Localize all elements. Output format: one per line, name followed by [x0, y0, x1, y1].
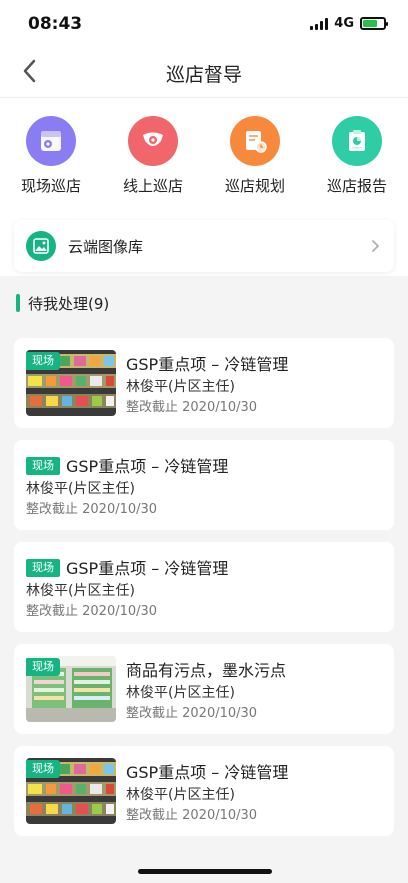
- task-deadline: 整改截止 2020/10/30: [26, 604, 158, 619]
- task-person: 林俊平(片区主任): [26, 582, 135, 599]
- task-title-row: 现场 GSP重点项 – 冷链管理: [26, 453, 382, 477]
- quick-item-inspection-plan[interactable]: 巡店规划: [211, 116, 299, 220]
- task-deadline: 整改截止 2020/10/30: [126, 400, 258, 415]
- task-card[interactable]: 现场 GSP重点项 – 冷链管理 林俊平(片区主任) 整改截止 2020/10/…: [14, 746, 394, 836]
- section-title: 待我处理(9): [28, 294, 110, 313]
- task-tag: 现场: [26, 352, 60, 370]
- task-title: GSP重点项 – 冷链管理: [126, 355, 289, 374]
- quick-item-label: 巡店规划: [224, 177, 285, 195]
- section-accent-bar: [16, 294, 20, 312]
- task-tag: 现场: [26, 558, 60, 577]
- task-deadline: 整改截止 2020/10/30: [126, 706, 258, 721]
- task-title: GSP重点项 – 冷链管理: [126, 763, 289, 782]
- task-tag: 现场: [26, 760, 60, 778]
- plan-clock-icon: [230, 116, 280, 166]
- cloud-image-library-entry[interactable]: 云端图像库: [14, 220, 394, 272]
- task-body: 现场 GSP重点项 – 冷链管理 林俊平(片区主任) 整改截止 2020/10/3…: [26, 452, 382, 518]
- task-card[interactable]: 现场 GSP重点项 – 冷链管理 林俊平(片区主任) 整改截止 2020/10/3…: [14, 440, 394, 530]
- task-body: GSP重点项 – 冷链管理 林俊平(片区主任) 整改截止 2020/10/30: [126, 758, 382, 824]
- chevron-right-icon: [372, 240, 380, 252]
- task-title: GSP重点项 – 冷链管理: [66, 457, 229, 476]
- task-body: 现场 GSP重点项 – 冷链管理 林俊平(片区主任) 整改截止 2020/10/3…: [26, 554, 382, 620]
- home-indicator[interactable]: [138, 869, 272, 874]
- section-header: 待我处理(9): [0, 276, 408, 330]
- page-title: 巡店督导: [165, 64, 242, 86]
- quick-item-inspection-report[interactable]: 巡店报告: [313, 116, 401, 220]
- status-time: 08:43: [28, 14, 83, 34]
- task-person: 林俊平(片区主任): [26, 480, 135, 497]
- task-list: 现场 GSP重点项 – 冷链管理 林俊平(片区主任) 整改截止 2020/10/…: [0, 330, 408, 836]
- task-person: 林俊平(片区主任): [126, 684, 235, 701]
- task-thumbnail: 现场: [26, 656, 116, 722]
- quick-item-label: 巡店报告: [326, 177, 387, 195]
- image-library-icon: [26, 231, 56, 261]
- task-card[interactable]: 现场 GSP重点项 – 冷链管理 林俊平(片区主任) 整改截止 2020/10/3…: [14, 542, 394, 632]
- cloud-label: 云端图像库: [68, 237, 144, 256]
- report-icon: [332, 116, 382, 166]
- nav-bar: 巡店督导: [0, 46, 408, 98]
- task-deadline: 整改截止 2020/10/30: [126, 808, 258, 823]
- task-card[interactable]: 现场 GSP重点项 – 冷链管理 林俊平(片区主任) 整改截止 2020/10/…: [14, 338, 394, 428]
- task-thumbnail: 现场: [26, 350, 116, 416]
- signal-icon: [310, 17, 329, 30]
- store-inspection-icon: [26, 116, 76, 166]
- task-thumbnail: 现场: [26, 758, 116, 824]
- quick-item-onsite-inspection[interactable]: 现场巡店: [7, 116, 95, 220]
- quick-menu: 现场巡店 线上巡店 巡店规划 巡店报告: [0, 98, 408, 220]
- cloud-section: 云端图像库: [0, 220, 408, 276]
- task-person: 林俊平(片区主任): [126, 786, 235, 803]
- task-person: 林俊平(片区主任): [126, 378, 235, 395]
- quick-item-label: 线上巡店: [122, 177, 183, 195]
- task-body: GSP重点项 – 冷链管理 林俊平(片区主任) 整改截止 2020/10/30: [126, 350, 382, 416]
- task-card[interactable]: 现场 商品有污点，墨水污点 林俊平(片区主任) 整改截止 2020/10/30: [14, 644, 394, 734]
- status-indicators: 4G: [310, 16, 388, 31]
- task-body: 商品有污点，墨水污点 林俊平(片区主任) 整改截止 2020/10/30: [126, 656, 382, 722]
- quick-item-label: 现场巡店: [20, 177, 81, 195]
- task-title-row: 现场 GSP重点项 – 冷链管理: [26, 555, 382, 579]
- network-label: 4G: [334, 16, 354, 31]
- task-tag: 现场: [26, 456, 60, 475]
- battery-icon: [360, 17, 388, 30]
- task-deadline: 整改截止 2020/10/30: [26, 502, 158, 517]
- task-title: GSP重点项 – 冷链管理: [66, 559, 229, 578]
- camera-icon: [128, 116, 178, 166]
- task-title: 商品有污点，墨水污点: [126, 661, 287, 680]
- status-bar: 08:43 4G: [0, 0, 408, 46]
- quick-item-online-inspection[interactable]: 线上巡店: [109, 116, 197, 220]
- task-tag: 现场: [26, 658, 60, 676]
